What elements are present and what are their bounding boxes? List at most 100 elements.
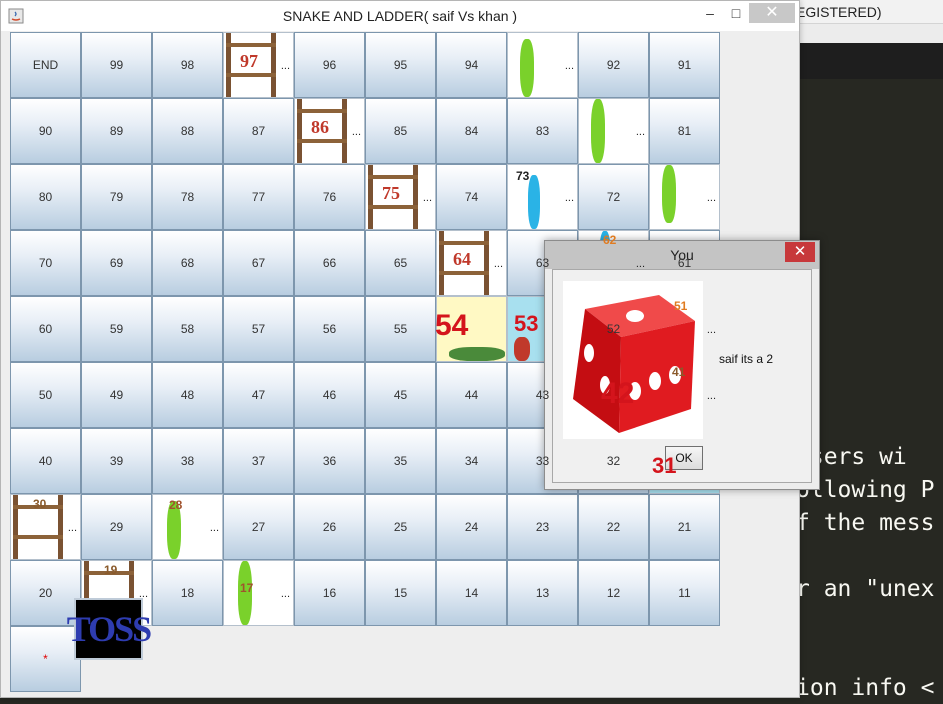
board-cell: 48 xyxy=(152,362,223,428)
cell-number: 23 xyxy=(535,520,550,534)
board-cell: 34 xyxy=(436,428,507,494)
minimize-button[interactable]: – xyxy=(699,3,721,23)
window-titlebar[interactable]: SNAKE AND LADDER( saif Vs khan ) – □ ✕ xyxy=(1,1,799,31)
cell-number: 37 xyxy=(251,454,266,468)
board-cell: 70 xyxy=(10,230,81,296)
cell-number: 64 xyxy=(449,249,475,270)
board-cell: 73... xyxy=(507,164,578,230)
cell-number: 31 xyxy=(652,453,677,478)
hidden-label: ... xyxy=(280,588,290,600)
board-cell: 96 xyxy=(294,32,365,98)
cell-number: END xyxy=(32,58,59,72)
board-cell: 94 xyxy=(436,32,507,98)
board-cell: 68 xyxy=(152,230,223,296)
board-cell: 40 xyxy=(10,428,81,494)
board-cell: 55 xyxy=(365,296,436,362)
cell-number: 77 xyxy=(251,190,266,204)
cell-number: 55 xyxy=(393,322,408,336)
close-button[interactable]: ✕ xyxy=(749,3,795,23)
cell-number: 15 xyxy=(393,586,408,600)
hidden-label: ... xyxy=(706,390,716,402)
board-cell: 75... xyxy=(365,164,436,230)
cell-number: 63 xyxy=(535,256,550,270)
code-line: r an "unex xyxy=(796,576,935,602)
cell-number: 68 xyxy=(180,256,195,270)
board-cell: 84 xyxy=(436,98,507,164)
board-cell: 79 xyxy=(81,164,152,230)
dialog-message: saif its a 2 xyxy=(719,352,774,366)
board-cell: 13 xyxy=(507,560,578,626)
cell-number: 41 xyxy=(672,365,686,379)
dialog-close-button[interactable]: ✕ xyxy=(785,242,815,262)
board-cell: 45 xyxy=(365,362,436,428)
cell-number: 34 xyxy=(464,454,479,468)
board-cell: ... xyxy=(578,98,649,164)
snake-icon xyxy=(449,347,505,361)
cell-number: * xyxy=(43,652,48,666)
hidden-label: ... xyxy=(564,60,574,72)
board-cell: 49 xyxy=(81,362,152,428)
cell-number: 53 xyxy=(514,311,539,336)
board-cell: 72 xyxy=(578,164,649,230)
board-cell: 16 xyxy=(294,560,365,626)
snake-icon xyxy=(528,175,540,229)
cell-number: 48 xyxy=(180,388,195,402)
board-cell: 23 xyxy=(507,494,578,560)
cell-number: 36 xyxy=(322,454,337,468)
cell-number: 74 xyxy=(464,190,479,204)
board-cell: 81 xyxy=(649,98,720,164)
cell-number: 32 xyxy=(606,454,621,468)
board-cell: 78 xyxy=(152,164,223,230)
cell-number: 98 xyxy=(180,58,195,72)
cell-number: 22 xyxy=(606,520,621,534)
board-cell: 28... xyxy=(152,494,223,560)
cell-number: 39 xyxy=(109,454,124,468)
snake-icon xyxy=(520,39,534,97)
board-cell: 57 xyxy=(223,296,294,362)
cell-number: 66 xyxy=(322,256,337,270)
cell-number: 40 xyxy=(38,454,53,468)
cell-number: 61 xyxy=(677,256,692,270)
cell-number: 16 xyxy=(322,586,337,600)
cell-number: 60 xyxy=(38,322,53,336)
cell-number: 24 xyxy=(464,520,479,534)
board-cell: 30... xyxy=(10,494,81,560)
hidden-label: ... xyxy=(493,258,503,270)
cell-number: 51 xyxy=(674,299,688,313)
background-editor-strip xyxy=(0,698,943,704)
cell-number: 45 xyxy=(393,388,408,402)
cell-number: 12 xyxy=(606,586,621,600)
cell-number: 87 xyxy=(251,124,266,138)
cell-number: 29 xyxy=(109,520,124,534)
hidden-label: ... xyxy=(564,192,574,204)
cell-number: 95 xyxy=(393,58,408,72)
board-cell: 85 xyxy=(365,98,436,164)
cell-number: 14 xyxy=(464,586,479,600)
board-cell: ... xyxy=(649,164,720,230)
board-cell: 88 xyxy=(152,98,223,164)
cell-number: 18 xyxy=(180,586,195,600)
hidden-label: ... xyxy=(422,192,432,204)
maximize-button[interactable]: □ xyxy=(725,3,747,23)
snake-icon xyxy=(662,165,676,223)
cell-number: 76 xyxy=(322,190,337,204)
cell-number: 42 xyxy=(601,377,635,410)
cell-number: 57 xyxy=(251,322,266,336)
toss-button[interactable]: TOSS xyxy=(67,598,152,660)
board-cell: 37 xyxy=(223,428,294,494)
background-window-title: EGISTERED) xyxy=(790,0,943,24)
board-cell: 60 xyxy=(10,296,81,362)
cell-number: 50 xyxy=(38,388,53,402)
cell-number: 35 xyxy=(393,454,408,468)
cell-number: 58 xyxy=(180,322,195,336)
cell-number: 21 xyxy=(677,520,692,534)
board-cell: 69 xyxy=(81,230,152,296)
cell-number: 20 xyxy=(38,586,53,600)
code-line: f the mess xyxy=(796,510,935,536)
board-cell: 65 xyxy=(365,230,436,296)
board-cell: 87 xyxy=(223,98,294,164)
cell-number: 30 xyxy=(33,497,47,511)
hidden-label: ... xyxy=(635,126,645,138)
board-cell: 12 xyxy=(578,560,649,626)
cell-number: 13 xyxy=(535,586,550,600)
